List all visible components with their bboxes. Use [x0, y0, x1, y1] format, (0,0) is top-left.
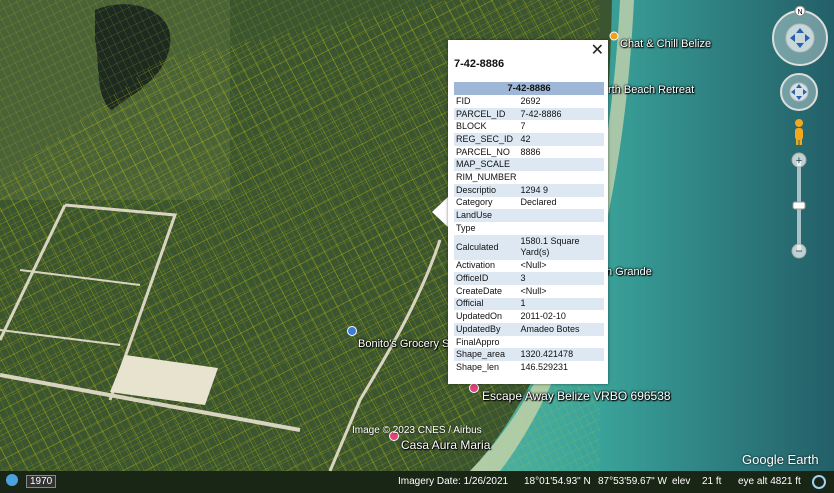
attribute-value: 7 — [520, 121, 526, 132]
attribute-row: BLOCK 7 — [454, 120, 604, 133]
attribute-row: Calculated 1580.1 Square Yard(s) — [454, 234, 604, 260]
attribute-row: FinalAppro — [454, 336, 604, 349]
place-label-bonito[interactable]: Bonito's Grocery S — [358, 338, 449, 350]
attribute-key: MAP_SCALE — [454, 158, 519, 172]
attribute-value: 2692 — [520, 95, 541, 106]
status-bar: 1970 Imagery Date: 1/26/2021 18°01'54.93… — [0, 471, 834, 493]
close-icon[interactable]: ✕ — [591, 40, 604, 60]
elevation-label: elev — [672, 476, 691, 487]
attribute-value: <Null> — [520, 260, 547, 271]
attribute-key: Activation — [456, 260, 496, 271]
north-indicator: N — [797, 9, 802, 16]
place-label-casa-aura[interactable]: Casa Aura Maria — [401, 438, 490, 452]
attribute-value: Amadeo Botes — [518, 323, 604, 336]
attribute-row: Descriptio 1294 9 — [454, 183, 604, 197]
attribute-key: Calculated — [454, 234, 519, 260]
attribute-key: UpdatedBy — [454, 323, 519, 336]
year-badge[interactable]: 1970 — [26, 475, 57, 488]
attribute-value — [518, 158, 604, 172]
attribute-table-header: 7-42-8886 — [454, 82, 604, 95]
attribute-row: Official 1 — [454, 297, 604, 311]
attribute-key: FID — [456, 95, 471, 106]
attribute-row: Shape_area 1320.421478 — [454, 348, 604, 362]
attribute-row: Activation <Null> — [454, 260, 604, 273]
parcel-info-popup: ✕ 7-42-8886 7-42-8886 FID 2692 PARCEL_ID 7-… — [448, 40, 608, 384]
attribute-value — [519, 171, 604, 184]
satellite-map[interactable] — [0, 0, 834, 493]
attribute-value — [519, 222, 604, 235]
attribute-key: RIM_NUMBER — [456, 171, 517, 182]
place-label-beach-retreat[interactable]: rth Beach Retreat — [608, 84, 694, 96]
svg-text:−: − — [795, 244, 802, 258]
attribute-row: PARCEL_NO 8886 — [454, 146, 604, 159]
attribute-row: LandUse — [454, 209, 604, 222]
attribute-key: CreateDate — [456, 285, 503, 296]
attribute-key: REG_SEC_ID — [454, 133, 519, 146]
attribute-key: Shape_len — [456, 361, 500, 372]
attribute-key: BLOCK — [456, 121, 487, 132]
street-view-pegman-icon[interactable] — [792, 118, 806, 146]
attribute-value: 8886 — [520, 146, 541, 157]
imagery-date: Imagery Date: 1/26/2021 — [398, 476, 509, 487]
popup-pointer — [432, 196, 449, 228]
attribute-row: Shape_len 146.529231 — [454, 361, 604, 374]
streaming-indicator-icon — [812, 475, 826, 489]
place-label-chat-chill[interactable]: Chat & Chill Belize — [620, 38, 711, 50]
attribute-row: Type — [454, 222, 604, 235]
imagery-copyright: Image © 2023 CNES / Airbus — [352, 425, 482, 436]
zoom-slider[interactable]: + − — [789, 150, 809, 262]
place-label-grande[interactable]: n Grande — [606, 266, 652, 278]
attribute-key: LandUse — [454, 209, 519, 222]
longitude-readout: 87°53'59.67" W — [598, 476, 667, 487]
attribute-value: Declared — [520, 197, 557, 208]
attribute-row: FID 2692 — [454, 95, 604, 108]
attribute-key: PARCEL_ID — [454, 107, 519, 121]
attribute-key: OfficeID — [454, 272, 519, 285]
attribute-value: 1294 9 — [518, 183, 604, 197]
attribute-key: UpdatedOn — [456, 311, 503, 322]
move-control[interactable] — [779, 72, 819, 112]
attribute-row: UpdatedOn 2011-02-10 — [454, 310, 604, 323]
attribute-value: 2011-02-10 — [520, 311, 566, 322]
svg-text:+: + — [796, 155, 802, 167]
attribute-key: Category — [456, 197, 493, 208]
attribute-row: PARCEL_ID 7-42-8886 — [454, 107, 604, 121]
attribute-row: MAP_SCALE — [454, 158, 604, 172]
attribute-row: CreateDate <Null> — [454, 285, 604, 298]
attribute-value: 1320.421478 — [518, 348, 604, 362]
popup-title: 7-42-8886 — [454, 58, 505, 70]
attribute-value: 7-42-8886 — [518, 107, 604, 121]
look-compass-control[interactable]: N — [770, 6, 830, 66]
google-earth-logo: Google Earth — [742, 452, 819, 467]
eye-altitude: eye alt 4821 ft — [738, 476, 801, 487]
attribute-key: FinalAppro — [456, 336, 500, 347]
attribute-key: PARCEL_NO — [456, 146, 510, 157]
attribute-value: 1 — [518, 297, 604, 311]
place-label-escape-away[interactable]: Escape Away Belize VRBO 696538 — [482, 389, 671, 403]
attribute-row: REG_SEC_ID 42 — [454, 133, 604, 146]
elevation-value: 21 ft — [702, 476, 722, 487]
historical-imagery-icon[interactable] — [6, 474, 18, 486]
attribute-row: OfficeID 3 — [454, 272, 604, 285]
attribute-row: RIM_NUMBER — [454, 171, 604, 184]
attribute-value — [519, 336, 604, 349]
attribute-key: Official — [454, 297, 519, 311]
attribute-row: Category Declared — [454, 197, 604, 210]
attribute-value: <Null> — [520, 285, 547, 296]
latitude-readout: 18°01'54.93" N — [524, 476, 591, 487]
attribute-row: UpdatedBy Amadeo Botes — [454, 323, 604, 336]
attribute-value: 42 — [518, 133, 604, 146]
attribute-table: 7-42-8886 FID 2692 PARCEL_ID 7-42-8886 BLOCK… — [454, 82, 604, 374]
attribute-value — [518, 209, 604, 222]
attribute-key: Type — [456, 222, 476, 233]
attribute-value: 146.529231 — [520, 361, 569, 372]
attribute-key: Shape_area — [454, 348, 519, 362]
attribute-key: Descriptio — [454, 183, 519, 197]
attribute-value: 3 — [518, 272, 604, 285]
attribute-value: 1580.1 Square Yard(s) — [518, 234, 604, 260]
